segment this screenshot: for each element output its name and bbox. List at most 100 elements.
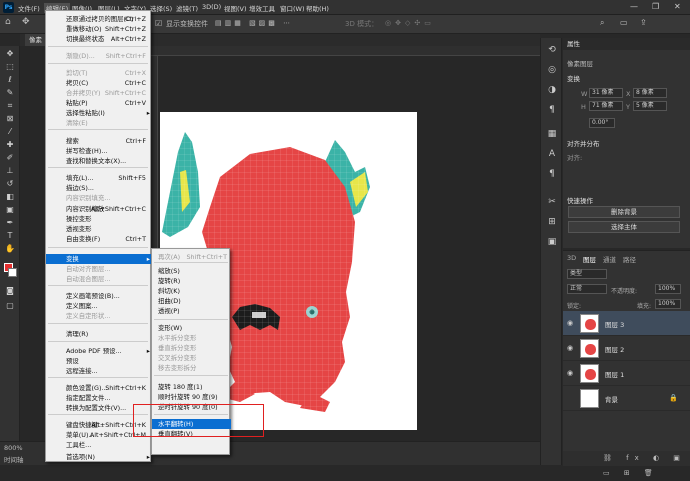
remove-background-button[interactable]: 删除背景	[568, 206, 680, 218]
transform-menu-item[interactable]: 缩放(S)	[152, 266, 231, 276]
layer-row[interactable]: ◉ 图层 3	[563, 311, 690, 336]
visibility-eye-icon[interactable]: ◉	[567, 369, 573, 377]
menu-file[interactable]: 文件(F)	[18, 3, 40, 13]
close-icon[interactable]: ✕	[674, 2, 681, 11]
swatches-icon[interactable]: ▦	[546, 128, 558, 140]
minimize-icon[interactable]: —	[630, 2, 638, 11]
menu-select[interactable]: 选择(S)	[150, 3, 172, 13]
tab-layers[interactable]: 图层	[583, 254, 596, 264]
transform-menu-item[interactable]: 顺时针旋转 90 度(9)	[152, 392, 231, 402]
tab-3d[interactable]: 3D	[567, 254, 576, 262]
edit-menu-item[interactable]: 查找和替换文本(X)...	[46, 156, 152, 166]
edit-menu-item[interactable]: 拷贝(C) Ctrl+C	[46, 78, 152, 88]
history-brush-icon[interactable]: ↺	[4, 179, 16, 189]
show-transform-checkbox[interactable]: ☑	[155, 19, 162, 28]
transform-header[interactable]: 变换	[567, 73, 580, 83]
transform-menu-item[interactable]: 旋转(R)	[152, 276, 231, 286]
edit-menu-item[interactable]: 远程连接...	[46, 366, 152, 376]
edit-menu-item[interactable]: 描边(S)...	[46, 183, 152, 193]
properties-icon[interactable]: ◎	[546, 64, 558, 76]
transform-menu-item[interactable]: 透视(P)	[152, 306, 231, 316]
quick-select-icon[interactable]: ✎	[4, 88, 16, 98]
edit-menu-item[interactable]: 自由变换(F) Ctrl+T	[46, 234, 152, 244]
brush-settings-icon[interactable]: ✂	[546, 196, 558, 208]
transform-menu-item[interactable]: 扭曲(D)	[152, 296, 231, 306]
gradient-icon[interactable]: ▣	[4, 205, 16, 215]
edit-menu-item[interactable]: 搜索 Ctrl+F	[46, 136, 152, 146]
edit-menu-item[interactable]: 内容识别缩放 Alt+Shift+Ctrl+C	[46, 204, 152, 214]
edit-menu-item[interactable]: 变换 ▸	[46, 254, 152, 264]
edit-menu-item[interactable]: 操控变形	[46, 214, 152, 224]
edit-menu-item[interactable]: 指定配置文件...	[46, 393, 152, 403]
menu-plugins[interactable]: 增效工具	[249, 3, 275, 13]
hand-tool-icon[interactable]: ✋	[4, 244, 16, 254]
visibility-eye-icon[interactable]: ◉	[567, 319, 573, 327]
quick-mask-icon[interactable]: ◙	[4, 286, 16, 296]
home-icon[interactable]: ⌂	[5, 17, 11, 27]
properties-title[interactable]: 属性	[563, 38, 690, 50]
menu-3d[interactable]: 3D(D)	[202, 3, 221, 11]
layer-row[interactable]: ◉ 图层 2	[563, 336, 690, 361]
quick-actions-header[interactable]: 快速操作	[567, 195, 593, 205]
menu-help[interactable]: 帮助(H)	[306, 3, 329, 13]
adjust-icon[interactable]: ◑	[546, 84, 558, 96]
character-icon[interactable]: A	[546, 148, 558, 160]
move-tool-icon[interactable]: ✥	[4, 49, 16, 59]
edit-menu-item[interactable]: 填充(L)... Shift+F5	[46, 173, 152, 183]
edit-menu-item[interactable]: 粘贴(P) Ctrl+V	[46, 98, 152, 108]
edit-menu-item[interactable]: 透视变形	[46, 224, 152, 234]
paths-icon[interactable]: ⊞	[546, 216, 558, 228]
edit-menu-item[interactable]: 首选项(N) ▸	[46, 452, 152, 462]
stamp-tool-icon[interactable]: ⊥	[4, 166, 16, 176]
x-field[interactable]: 8 像素	[633, 88, 667, 98]
document-tab[interactable]: 像素	[25, 34, 46, 46]
frame-tool-icon[interactable]: ⊠	[4, 114, 16, 124]
type-tool-icon[interactable]: T	[4, 231, 16, 241]
edit-menu-item[interactable]: 选择性粘贴(I) ▸	[46, 108, 152, 118]
brush-tool-icon[interactable]: ✐	[4, 153, 16, 163]
lasso-tool-icon[interactable]: ℓ	[4, 75, 16, 85]
history-icon[interactable]: ⟲	[546, 44, 558, 56]
tab-channels[interactable]: 通道	[603, 254, 616, 264]
edit-menu-item[interactable]: 拼写检查(H)...	[46, 146, 152, 156]
edit-menu-item[interactable]: 定义画笔预设(B)...	[46, 291, 152, 301]
blend-mode-select[interactable]: 正常	[567, 284, 607, 294]
edit-menu-item[interactable]: 预设	[46, 356, 152, 366]
move-tool-icon[interactable]: ✥	[22, 17, 30, 27]
timeline-label[interactable]: 时间轴	[4, 454, 24, 464]
menu-view[interactable]: 视图(V)	[224, 3, 247, 13]
edit-menu-item[interactable]: 定义图案...	[46, 301, 152, 311]
edit-menu-item[interactable]: 切换最终状态 Alt+Ctrl+Z	[46, 34, 152, 44]
eraser-icon[interactable]: ◧	[4, 192, 16, 202]
info-icon[interactable]: ▣	[546, 236, 558, 248]
transform-menu-item[interactable]: 旋转 180 度(1)	[152, 382, 231, 392]
fill-field[interactable]: 100%	[655, 299, 681, 309]
restore-icon[interactable]: ❐	[652, 2, 659, 11]
align-header[interactable]: 对齐并分布	[567, 138, 600, 148]
width-field[interactable]: 31 像素	[589, 88, 623, 98]
background-color-swatch[interactable]	[8, 268, 17, 277]
visibility-eye-icon[interactable]: ◉	[567, 344, 573, 352]
y-field[interactable]: 5 像素	[633, 101, 667, 111]
edit-menu-item[interactable]: 还原通过拷贝的图层(O) Ctrl+Z	[46, 14, 152, 24]
menu-filter[interactable]: 滤镜(T)	[176, 3, 198, 13]
transform-menu-item[interactable]: 斜切(K)	[152, 286, 231, 296]
workspace-icon[interactable]: ▭	[620, 18, 628, 27]
layer-row[interactable]: ◉ 图层 1	[563, 361, 690, 386]
edit-menu-item[interactable]: 工具栏...	[46, 440, 152, 450]
select-subject-button[interactable]: 选择主体	[568, 221, 680, 233]
layer-row[interactable]: 背景 🔒	[563, 386, 690, 411]
pen-tool-icon[interactable]: ✒	[4, 218, 16, 228]
marquee-tool-icon[interactable]: ⬚	[4, 62, 16, 72]
align-icons[interactable]: ▤▥▦ ▧▨▩ ⋯	[215, 19, 293, 27]
filter-kind-select[interactable]: 类型	[567, 269, 607, 279]
search-icon[interactable]: ⌕	[600, 18, 604, 28]
edit-menu-item[interactable]: Adobe PDF 预设... ▸	[46, 346, 152, 356]
screen-mode-icon[interactable]: ▢	[4, 301, 16, 311]
angle-field[interactable]: 0.00°	[589, 118, 615, 128]
edit-menu-item[interactable]: 重做移动(O) Shift+Ctrl+Z	[46, 24, 152, 34]
eyedropper-icon[interactable]: ⁄	[4, 127, 16, 137]
transform-menu-item[interactable]: 变形(W)	[152, 323, 231, 333]
height-field[interactable]: 71 像素	[589, 101, 623, 111]
menu-window[interactable]: 窗口(W)	[280, 3, 305, 13]
